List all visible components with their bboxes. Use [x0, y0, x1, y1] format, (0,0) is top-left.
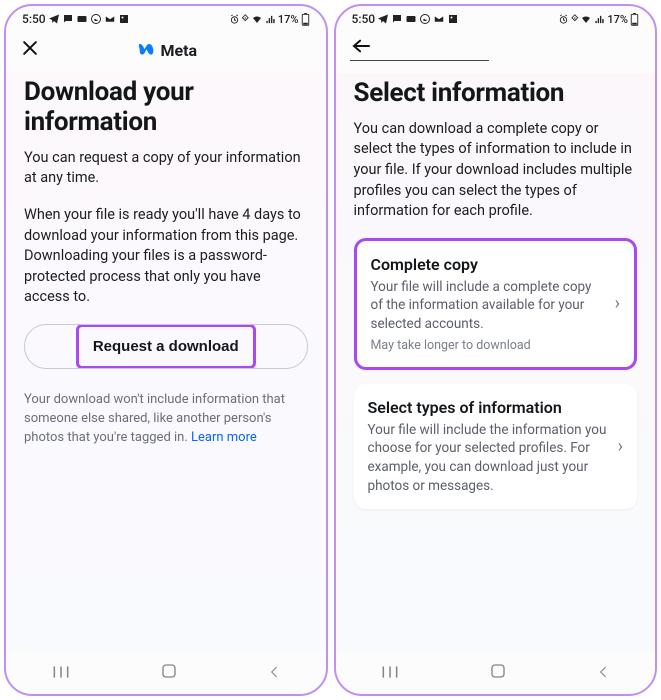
intro-text: You can download a complete copy or sele… [354, 119, 638, 222]
page-title: Select information [354, 79, 638, 109]
status-bar: 5:50 ⟐ [6, 6, 326, 28]
top-bar [336, 28, 656, 73]
whatsapp-icon [419, 13, 431, 25]
gmail-icon [104, 13, 116, 25]
intro-text-1: You can request a copy of your informati… [24, 148, 308, 189]
android-navbar [6, 652, 326, 694]
card-icon [76, 13, 88, 25]
footer-note: Your download won't include information … [24, 391, 308, 448]
back-button[interactable] [267, 664, 281, 683]
page-title: Download your information [24, 78, 308, 138]
option-title: Select types of information [368, 398, 608, 417]
alarm-icon [558, 14, 569, 25]
card-icon [405, 13, 417, 25]
chat-icon [391, 13, 403, 25]
whatsapp-icon [90, 13, 102, 25]
gmail-icon [433, 13, 445, 25]
telegram-icon [48, 13, 60, 25]
home-button[interactable] [160, 662, 178, 684]
home-button[interactable] [489, 662, 507, 684]
phone-screenshot-2: 5:50 ⟐ 17% Select information You can do… [334, 4, 658, 696]
brand-text: Meta [160, 41, 197, 60]
signal-icon [265, 14, 276, 25]
option-subtitle: Your file will include a complete copy o… [371, 278, 605, 334]
chevron-right-icon: › [615, 293, 620, 314]
back-arrow-icon[interactable] [350, 39, 372, 58]
telegram-icon [377, 13, 389, 25]
content-area: Select information You can download a co… [336, 73, 656, 652]
status-time: 5:50 [352, 12, 376, 26]
learn-more-link[interactable]: Learn more [191, 430, 257, 445]
battery-icon [630, 13, 639, 26]
wifi-icon [580, 13, 592, 25]
option-complete-copy[interactable]: Complete copy Your file will include a c… [354, 238, 638, 370]
request-download-button[interactable]: Request a download [82, 330, 250, 363]
battery-percent: 17% [278, 13, 299, 26]
wifi-icon [251, 13, 263, 25]
meta-logo: Meta [134, 41, 197, 60]
nfc-icon: ⟐ [242, 14, 249, 24]
status-bar: 5:50 ⟐ 17% [336, 6, 656, 28]
signal-icon [594, 14, 605, 25]
chevron-right-icon: › [618, 436, 623, 457]
content-area: Download your information You can reques… [6, 72, 326, 652]
option-subtitle: Your file will include the information y… [368, 421, 608, 496]
top-bar: Meta [6, 28, 326, 72]
recent-apps-button[interactable] [380, 664, 400, 683]
highlight-box: Request a download [76, 324, 256, 369]
option-note: May take longer to download [371, 338, 605, 353]
divider-line [350, 60, 490, 61]
battery-icon [301, 13, 310, 26]
android-navbar [336, 652, 656, 694]
status-time: 5:50 [22, 12, 46, 26]
battery-percent: 17% [607, 13, 628, 26]
gallery-icon [447, 13, 459, 25]
intro-text-2: When your file is ready you'll have 4 da… [24, 205, 308, 308]
recent-apps-button[interactable] [51, 664, 71, 683]
gallery-icon [118, 13, 130, 25]
back-button[interactable] [596, 664, 610, 683]
option-select-types[interactable]: Select types of information Your file wi… [354, 384, 638, 510]
nfc-icon: ⟐ [571, 14, 578, 24]
close-icon[interactable] [20, 38, 48, 62]
chat-icon [62, 13, 74, 25]
alarm-icon [229, 14, 240, 25]
option-title: Complete copy [371, 255, 605, 274]
phone-screenshot-1: 5:50 ⟐ [4, 4, 328, 696]
